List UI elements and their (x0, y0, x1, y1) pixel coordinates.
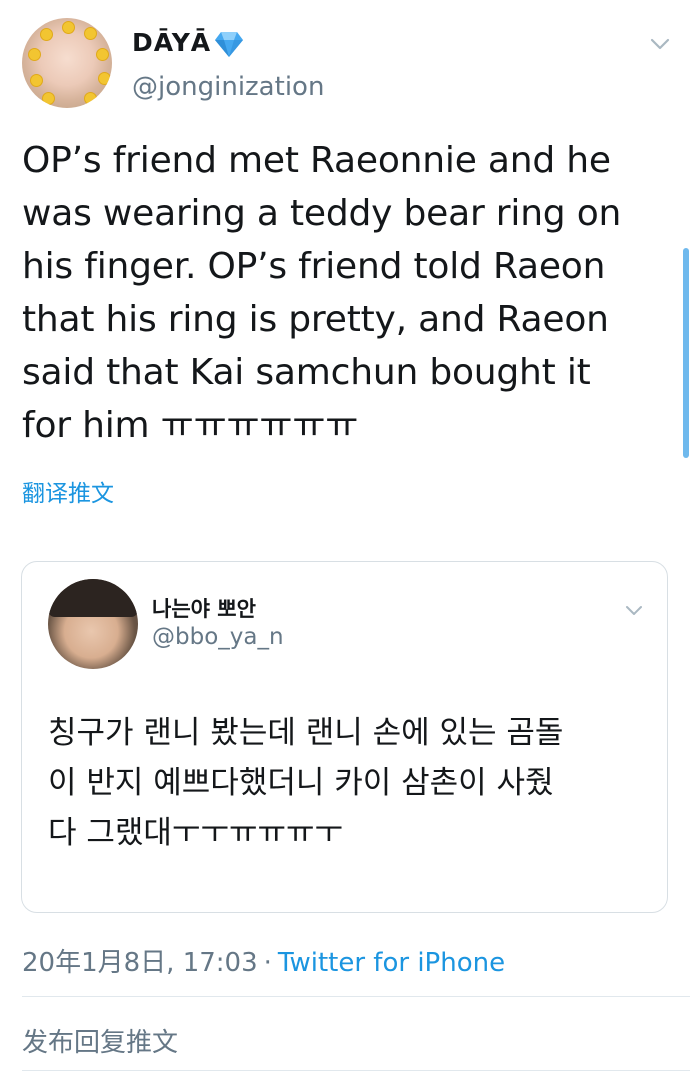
chevron-down-icon[interactable] (648, 34, 672, 54)
scrollbar-thumb[interactable] (683, 248, 689, 458)
avatar-decoration (84, 27, 97, 40)
chevron-down-icon[interactable] (623, 602, 645, 620)
avatar-decoration (30, 74, 43, 87)
avatar-hair-shape (48, 579, 138, 617)
avatar-decoration (96, 48, 109, 61)
avatar-decoration (84, 92, 97, 105)
author-avatar[interactable] (22, 18, 112, 108)
avatar-decoration (42, 92, 55, 105)
tweet-timestamp[interactable]: 20年1月8日, 17:03 (22, 948, 258, 978)
avatar-decoration (40, 28, 53, 41)
author-handle[interactable]: @jonginization (132, 72, 324, 102)
avatar-decoration (98, 72, 111, 85)
tweet-source-link[interactable]: Twitter for iPhone (278, 948, 505, 978)
translate-tweet-link[interactable]: 翻译推文 (22, 474, 114, 508)
quoted-tweet-text: 칭구가 랜니 봤는데 랜니 손에 있는 곰돌 이 반지 예쁘다했더니 카이 삼촌… (48, 715, 564, 851)
meta-separator: · (263, 948, 272, 978)
quoted-author-handle[interactable]: @bbo_ya_n (152, 624, 284, 650)
reply-prompt[interactable]: 发布回复推文 (22, 1022, 178, 1059)
quoted-author-display-name[interactable]: 나는야 뽀안 (152, 593, 256, 623)
tweet-text: OP’s friend met Raeonnie and he was wear… (22, 140, 622, 446)
diamond-icon (215, 32, 243, 57)
divider (22, 996, 690, 997)
tweet-meta: 20年1月8日, 17:03 · Twitter for iPhone (22, 942, 505, 979)
divider (22, 1070, 690, 1071)
avatar-decoration (62, 21, 75, 34)
author-display-name[interactable]: DĀYĀ (132, 28, 211, 57)
quoted-author-avatar[interactable] (48, 579, 138, 669)
avatar-decoration (28, 48, 41, 61)
